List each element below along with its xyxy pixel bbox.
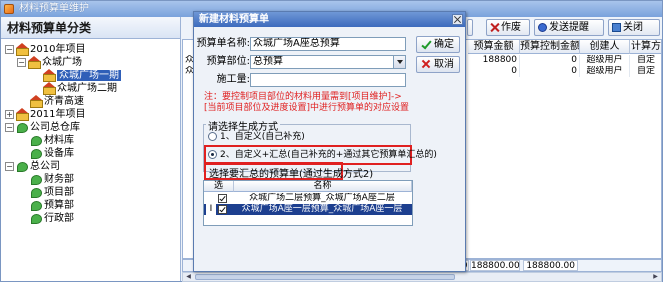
construction-qty-label: 施工量:: [216, 74, 250, 85]
exit-icon: [612, 23, 621, 32]
collapse-icon[interactable]: −: [5, 122, 14, 132]
horizontal-scrollbar[interactable]: ◀ ▶: [182, 272, 662, 282]
scrollbar-thumb[interactable]: [195, 274, 455, 280]
row-checkbox[interactable]: [218, 205, 227, 214]
table-cell-amount[interactable]: 0: [468, 66, 520, 77]
setup-note: 注：要控制项目部位的材料用量需到[项目维护]->[当前项目部位及进度设置]中进行…: [204, 92, 410, 113]
house-icon: [43, 82, 56, 95]
tree-item-company-warehouse[interactable]: − 公司总仓库: [5, 121, 80, 134]
summary-total-amount: 188800.00: [470, 260, 520, 271]
column-header-amount[interactable]: 预算金额: [468, 40, 520, 54]
radio-custom-summary[interactable]: [208, 150, 217, 159]
list-item[interactable]: 众城广场二层预算_众城广场A座二层: [204, 193, 412, 204]
tree-item-jiqing-highway[interactable]: 济青高速: [30, 95, 84, 108]
column-header-control-amount[interactable]: 预算控制金额: [520, 40, 580, 54]
dialog-close-icon[interactable]: [452, 14, 463, 25]
table-cell-control-amount[interactable]: 0: [520, 66, 580, 77]
leaf-icon: [30, 148, 42, 159]
column-header-name[interactable]: 名称: [234, 181, 412, 192]
option-custom-summary[interactable]: 2、自定义+汇总(自己补充的+通过其它预算单汇总的): [208, 149, 437, 161]
budget-dept-select[interactable]: 总预算: [250, 55, 406, 69]
leaf-icon: [30, 174, 42, 185]
leaf-icon: [30, 213, 42, 224]
table-cell-calc-method[interactable]: 自定: [630, 55, 661, 66]
category-panel-title: 材料预算单分类: [1, 17, 180, 39]
reminder-icon: [538, 23, 547, 32]
cancel-button[interactable]: 取消: [416, 56, 460, 73]
tree-item-finance-dept[interactable]: 财务部: [30, 173, 74, 186]
tree-item-zhongcheng-phase-2[interactable]: 众城广场二期: [43, 82, 117, 95]
house-icon: [16, 108, 29, 121]
toolbar-button-partial[interactable]: [467, 19, 473, 36]
column-header-creator[interactable]: 创建人: [580, 40, 630, 54]
new-budget-dialog: 新建材料预算单 预算单名称: 众城广场A座总预算 预算部位: 总预算 施工量: …: [193, 11, 466, 272]
expand-icon[interactable]: +: [5, 109, 14, 119]
column-header-select[interactable]: 选: [204, 181, 234, 192]
column-header-calc-method[interactable]: 计算方: [630, 40, 661, 54]
house-icon: [16, 43, 29, 56]
category-panel: 材料预算单分类 −2010年项目 − 众城广场 众城广场一期 众城广场二期 济青高…: [1, 17, 181, 281]
scroll-left-icon[interactable]: ◀: [184, 274, 193, 280]
house-icon: [28, 56, 41, 69]
table-cell-amount[interactable]: 188800: [468, 55, 520, 66]
tree-item-project-dept[interactable]: 项目部: [30, 186, 74, 199]
collapse-icon[interactable]: −: [17, 57, 26, 67]
tree-item-2010-project[interactable]: −2010年项目: [5, 43, 85, 56]
table-cell-creator[interactable]: 超级用户: [580, 55, 630, 66]
app-icon: [4, 4, 14, 14]
scroll-right-icon[interactable]: ▶: [651, 274, 660, 280]
dialog-title: 新建材料预算单: [194, 12, 465, 27]
tree-item-zhongcheng-plaza[interactable]: − 众城广场: [17, 56, 82, 69]
table-cell-calc-method[interactable]: 自定: [630, 66, 661, 77]
leaf-icon: [30, 187, 42, 198]
collapse-icon[interactable]: −: [5, 44, 14, 54]
leaf-icon: [30, 135, 42, 146]
tree-item-zhongcheng-phase-1[interactable]: 众城广场一期: [43, 69, 121, 82]
radio-custom[interactable]: [208, 132, 217, 141]
void-icon: [490, 23, 499, 32]
house-icon: [30, 95, 43, 108]
void-button[interactable]: 作废: [486, 19, 530, 36]
toolbar: 作废 发送提醒 关闭: [467, 19, 663, 37]
tree-item-head-office[interactable]: − 总公司: [5, 160, 60, 173]
leaf-icon: [16, 122, 28, 133]
tree-item-2011-project[interactable]: +2011年项目: [5, 108, 85, 121]
budget-dept-label: 预算部位:: [206, 56, 250, 67]
row-checkbox[interactable]: [218, 194, 227, 203]
tree-item-equipment-store[interactable]: 设备库: [30, 147, 74, 160]
budget-name-input[interactable]: 众城广场A座总预算: [250, 37, 406, 51]
close-button[interactable]: 关闭: [608, 19, 660, 36]
table-cell-creator[interactable]: 超级用户: [580, 66, 630, 77]
select-budget-legend: 选择要汇总的预算单(通过生成方式2): [209, 169, 374, 180]
leaf-icon: [30, 200, 42, 211]
cross-icon: [421, 59, 431, 69]
check-icon: [421, 39, 431, 49]
send-reminder-button[interactable]: 发送提醒: [534, 19, 604, 36]
house-icon: [43, 69, 56, 82]
confirm-button[interactable]: 确定: [416, 36, 460, 53]
leaf-icon: [16, 161, 28, 172]
list-item-selected[interactable]: I 众城广场A座一层预算_众城广场A座一层: [204, 204, 412, 215]
tree-item-budget-dept[interactable]: 预算部: [30, 199, 74, 212]
option-custom[interactable]: 1、自定义(自己补充): [208, 131, 305, 143]
table-cell-control-amount[interactable]: 0: [520, 55, 580, 66]
summary-total-control: 188800.00: [523, 260, 578, 271]
budget-name-label: 预算单名称:: [196, 38, 250, 49]
window-title: 材料预算单维护: [19, 3, 89, 14]
collapse-icon[interactable]: −: [5, 161, 14, 171]
summary-budget-list: 选 名称 众城广场二层预算_众城广场A座二层 I 众城广场A座一层预算_众城广场…: [203, 180, 413, 226]
construction-qty-input[interactable]: [250, 73, 406, 87]
dropdown-arrow-icon[interactable]: [393, 56, 405, 68]
tree-item-admin-dept[interactable]: 行政部: [30, 212, 74, 225]
tree-item-material-store[interactable]: 材料库: [30, 134, 74, 147]
